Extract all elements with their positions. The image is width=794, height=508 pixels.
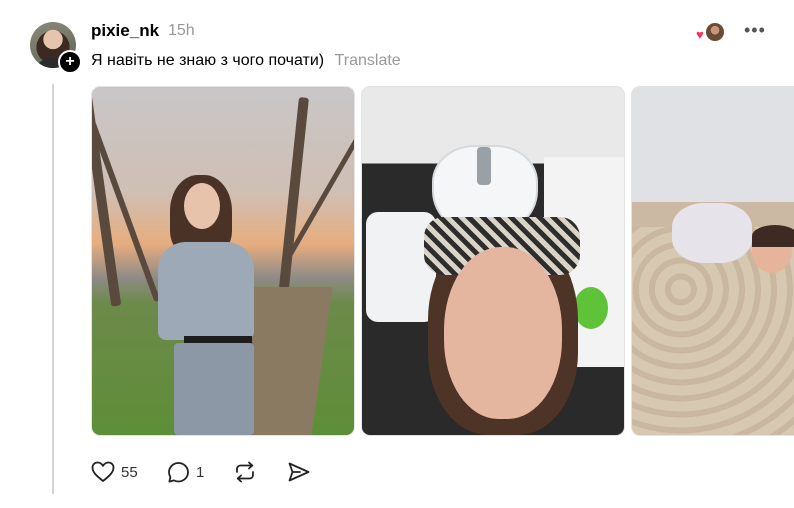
comment-button[interactable]: 1 [167,460,204,484]
post-image-1[interactable] [91,86,355,436]
thread-line [52,84,54,494]
person-face [184,183,220,229]
like-count: 55 [121,463,138,481]
heart-icon [91,461,115,482]
person-face [444,247,562,419]
green-object [574,287,608,329]
repost-button[interactable] [233,460,257,484]
reactions-preview[interactable]: ♥ [696,22,726,42]
timestamp: 15h [168,22,195,39]
person-sweater [158,242,254,340]
post-text: Я навіть не знаю з чого почати) Translat… [91,52,401,70]
post-image-2[interactable] [361,86,625,436]
heart-reaction-icon: ♥ [696,27,704,42]
reactor-avatar [705,22,725,42]
person-hair [752,225,794,247]
post-image-3[interactable] [631,86,794,436]
thread-post: + pixie_nk 15h Я навіть не знаю з чого п… [0,0,794,508]
comment-icon [168,461,189,482]
share-icon [288,462,310,482]
repost-icon [236,461,254,483]
like-button[interactable]: 55 [91,460,138,484]
person-jeans [174,343,254,435]
tap [477,147,491,185]
comment-count: 1 [196,463,205,481]
more-icon[interactable]: ••• [744,20,766,41]
share-button[interactable] [287,460,311,484]
pillow [672,203,752,263]
follow-button[interactable]: + [58,50,82,74]
tree-trunk [277,97,309,307]
post-body: Я навіть не знаю з чого почати) [91,52,325,69]
username[interactable]: pixie_nk [91,21,159,41]
translate-link[interactable]: Translate [335,52,401,69]
